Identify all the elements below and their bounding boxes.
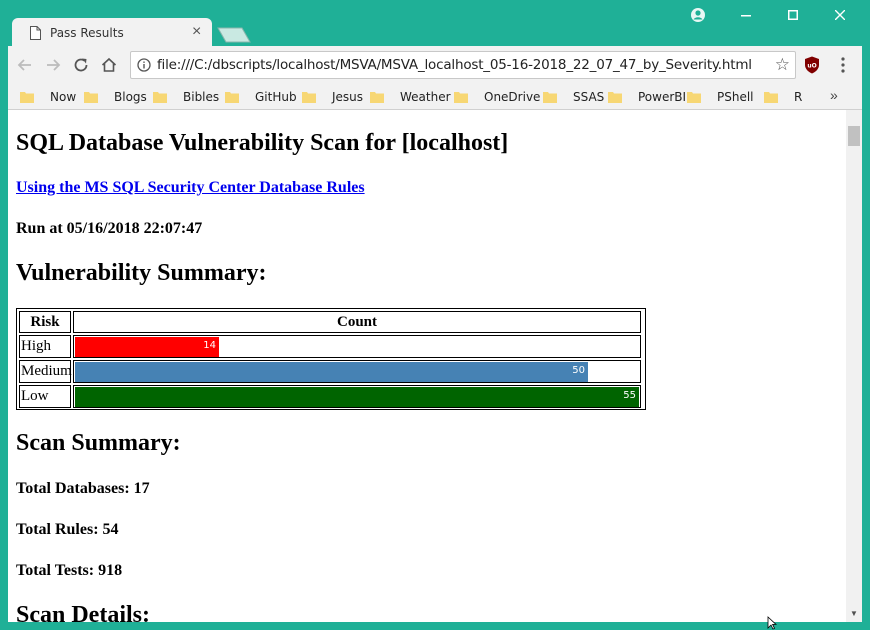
bookmark-item[interactable]: GitHub [225,88,297,106]
run-timestamp: Run at 05/16/2018 22:07:47 [16,220,203,237]
ublock-icon[interactable]: uO [804,56,820,74]
count-column-header: Count [73,311,641,333]
page-title: SQL Database Vulnerability Scan for [loc… [16,130,509,156]
address-bar[interactable]: file:///C:/dbscripts/localhost/MSVA/MSVA… [130,51,796,79]
count-bar-low: 55 [75,387,639,407]
folder-icon [153,92,167,103]
document-icon [30,26,41,40]
risk-label-high: High [19,335,71,358]
bookmark-item[interactable]: R [764,88,802,106]
browser-tab[interactable]: Pass Results × [12,18,212,48]
info-icon[interactable] [137,58,151,72]
bookmark-item[interactable]: Weather [370,88,451,106]
count-cell-high: 14 [73,335,641,358]
scroll-down-arrow-icon[interactable]: ▼ [850,609,858,618]
vulnerability-summary-heading: Vulnerability Summary: [16,260,267,286]
bookmark-item[interactable]: SSAS [543,88,604,106]
tab-title: Pass Results [50,26,124,40]
browser-toolbar: file:///C:/dbscripts/localhost/MSVA/MSVA… [8,46,862,84]
minimize-icon [741,15,751,17]
arrow-right-icon[interactable] [44,56,62,74]
folder-icon [20,92,34,103]
folder-icon [225,92,239,103]
total-tests: Total Tests: 918 [16,562,123,579]
folder-icon [687,92,701,103]
bookmark-item[interactable]: Now [20,88,76,106]
scrollbar-thumb[interactable] [848,126,860,146]
bookmark-item[interactable]: Bibles [153,88,219,106]
bookmark-item[interactable]: PowerBI [608,88,686,106]
close-icon [835,10,845,20]
folder-icon [370,92,384,103]
scan-details-heading: Scan Details: [16,602,150,622]
count-bar-high: 14 [75,337,219,357]
bookmarks-bar: Now Blogs Bibles GitHub Jesus Weather On… [8,84,862,110]
count-cell-low: 55 [73,385,641,408]
count-bar-medium: 50 [75,362,588,382]
rules-link[interactable]: Using the MS SQL Security Center Databas… [16,179,365,197]
svg-text:uO: uO [807,63,816,70]
scan-summary-heading: Scan Summary: [16,430,181,456]
arrow-left-icon[interactable] [16,56,34,74]
tab-close-button[interactable]: × [192,23,201,41]
close-window-button[interactable] [817,0,863,30]
folder-icon [764,92,778,103]
bookmark-item[interactable]: Blogs [84,88,147,106]
folder-icon [302,92,316,103]
total-rules: Total Rules: 54 [16,521,119,538]
new-tab-button[interactable] [216,27,252,43]
minimize-button[interactable] [723,0,769,30]
reload-icon[interactable] [72,56,90,74]
folder-icon [84,92,98,103]
maximize-button[interactable] [770,0,816,30]
url-text[interactable]: file:///C:/dbscripts/localhost/MSVA/MSVA… [157,57,752,73]
bookmarks-overflow-button[interactable]: » [830,87,838,103]
count-value-low: 55 [623,390,636,401]
mouse-cursor-icon [767,616,777,630]
count-value-medium: 50 [572,365,585,376]
risk-column-header: Risk [19,311,71,333]
title-bar: Pass Results × [0,0,870,48]
vertical-scrollbar[interactable]: ▼ [846,110,862,622]
folder-icon [608,92,622,103]
count-value-high: 14 [203,340,216,351]
star-icon[interactable]: ☆ [775,55,790,75]
bookmark-item[interactable]: OneDrive [454,88,540,106]
kebab-menu-icon[interactable] [840,56,846,74]
vulnerability-summary-table: Risk Count High 14 Medium 50 Low 55 [16,308,646,410]
bookmark-item[interactable]: Jesus [302,88,363,106]
total-databases: Total Databases: 17 [16,480,150,497]
page-content: SQL Database Vulnerability Scan for [loc… [8,110,846,622]
risk-label-medium: Medium [19,360,72,383]
folder-icon [454,92,468,103]
count-cell-medium: 50 [73,360,641,383]
profile-icon[interactable] [690,7,706,23]
home-icon[interactable] [100,56,118,74]
maximize-icon [788,10,798,20]
bookmark-item[interactable]: PShell [687,88,754,106]
folder-icon [543,92,557,103]
risk-label-low: Low [19,385,71,408]
